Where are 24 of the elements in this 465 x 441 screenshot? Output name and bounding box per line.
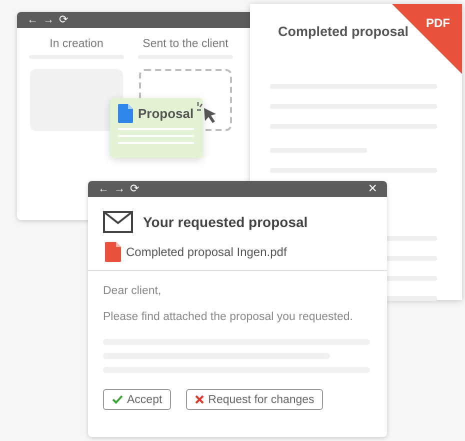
greeting-text: Dear client,: [103, 285, 162, 297]
column-heading: Sent to the client: [142, 38, 228, 50]
nav-button[interactable]: ⟳: [130, 181, 140, 197]
pdf-label: PDF: [426, 16, 450, 30]
column-heading: In creation: [50, 38, 104, 50]
request-changes-button[interactable]: Request for changes: [186, 389, 324, 410]
proposal-card[interactable]: Proposal: [110, 98, 203, 158]
nav-button[interactable]: →: [43, 12, 54, 28]
nav-button[interactable]: →: [114, 181, 125, 197]
attachment-link[interactable]: Completed proposal Ingen.pdf: [126, 245, 287, 259]
check-icon: [112, 395, 123, 404]
card-title: Proposal: [138, 106, 194, 121]
nav-button[interactable]: ⟳: [59, 12, 68, 28]
close-button[interactable]: ×: [368, 181, 377, 197]
envelope-icon: [103, 211, 133, 233]
document-title: Completed proposal: [278, 24, 409, 39]
pdf-file-icon: [105, 242, 121, 262]
message-text: Please find attached the proposal you requested.: [103, 311, 354, 323]
cross-icon: [195, 395, 204, 404]
nav-button[interactable]: ←: [98, 181, 109, 197]
email-subject: Your requested proposal: [143, 214, 308, 230]
accept-button[interactable]: Accept: [103, 389, 172, 410]
nav-button[interactable]: ←: [27, 12, 38, 28]
document-icon: [118, 104, 133, 123]
